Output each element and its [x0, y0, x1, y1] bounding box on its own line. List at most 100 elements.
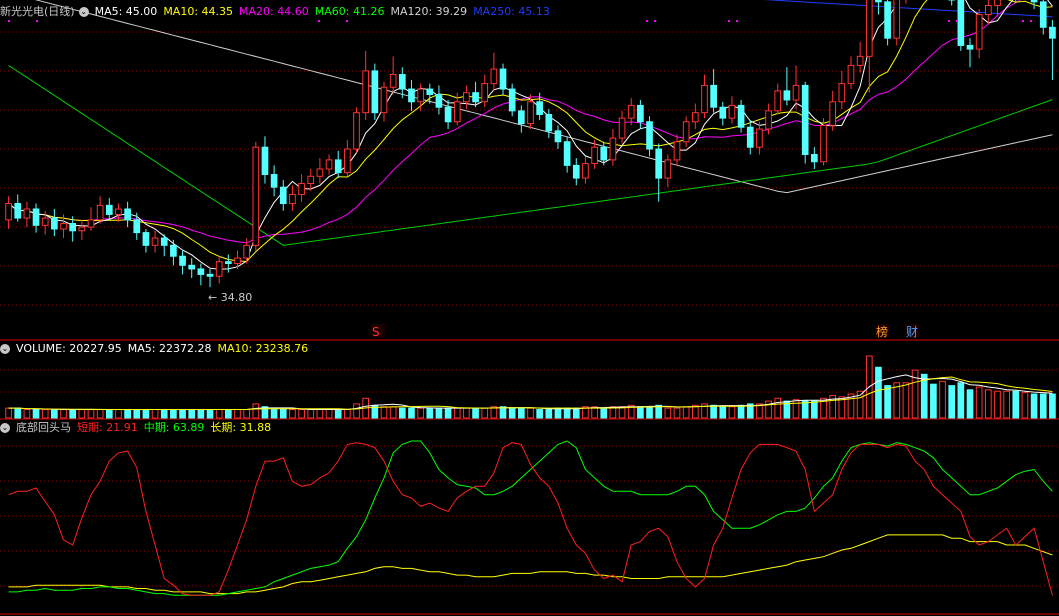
- volume-bar: [69, 409, 77, 419]
- event-marker: 榜: [876, 324, 888, 339]
- volume-bar: [884, 385, 891, 419]
- candle-body: [884, 1, 891, 39]
- volume-bar: [975, 386, 983, 419]
- volume-bar: [197, 409, 205, 419]
- volume-bar: [682, 406, 690, 419]
- ma-label: MA10: 44.35: [163, 5, 234, 18]
- volume-bar: [353, 403, 360, 419]
- candle-body: [691, 112, 699, 123]
- volume-bar: [23, 409, 31, 419]
- candle-body: [142, 232, 150, 246]
- volume-bar: [875, 366, 882, 419]
- volume-bar: [637, 406, 644, 419]
- candle-body: [746, 126, 754, 148]
- volume-bar: [243, 409, 250, 419]
- candle-body: [1049, 26, 1056, 39]
- volume-bar: [325, 409, 333, 419]
- volume-bar: [160, 409, 168, 419]
- volume-bar: [426, 407, 434, 419]
- low-price-label: ← 34.80: [208, 291, 252, 304]
- volume-bar: [792, 399, 800, 419]
- long-term-line: [8, 534, 1053, 595]
- candle-body: [975, 14, 983, 50]
- candle-body: [316, 168, 324, 177]
- marker-dot: [346, 20, 348, 22]
- candle-body: [435, 94, 443, 108]
- indicator-panel-header: ⌄ 底部回头马 短期: 21.91 中期: 63.89 长期: 31.88: [0, 421, 283, 435]
- candle-body: [1039, 1, 1047, 28]
- candle-body: [728, 104, 736, 119]
- indicator-label: 中期: 63.89: [143, 421, 205, 434]
- volume-bar: [78, 409, 86, 419]
- volume-bar: [472, 407, 479, 419]
- candle-body: [966, 44, 974, 50]
- marker-dot: [956, 20, 958, 22]
- candle-body: [875, 0, 882, 3]
- candle-body: [865, 0, 873, 57]
- candle-body: [151, 237, 159, 246]
- volume-bar: [481, 407, 489, 419]
- candle-body: [829, 101, 837, 126]
- candle-body: [41, 217, 49, 226]
- price-panel-header: 新光光电(日线) ⌄ MA5: 45.00 MA10: 44.35 MA20: 44.6…: [0, 5, 562, 19]
- ma-label: MA120: 39.29: [390, 5, 468, 18]
- ma5-line: [8, 0, 1053, 270]
- volume-bar: [105, 409, 113, 419]
- candle-body: [856, 55, 864, 66]
- volume-bar: [179, 409, 186, 419]
- candle-body: [261, 146, 269, 175]
- candle-body: [673, 141, 681, 161]
- candle-body: [5, 203, 12, 221]
- stock-chart-window: { "price_panel": { "stock_title": "新光光电(…: [0, 0, 1059, 616]
- chevron-down-icon[interactable]: ⌄: [0, 423, 10, 433]
- candle-body: [417, 88, 424, 103]
- volume-bar: [710, 404, 717, 419]
- candle-body: [527, 101, 534, 125]
- volume-bar: [444, 407, 452, 419]
- volume-bar: [14, 407, 22, 419]
- marker-dot: [1022, 20, 1024, 22]
- volume-label: MA10: 23238.76: [217, 342, 309, 355]
- ma60-line: [8, 64, 1053, 246]
- volume-bar: [51, 409, 58, 419]
- volume-bar: [344, 409, 351, 419]
- candle-body: [518, 110, 525, 125]
- candle-body: [453, 101, 461, 123]
- volume-bar: [234, 409, 241, 419]
- candle-body: [353, 112, 360, 150]
- candle-body: [984, 4, 992, 16]
- volume-bar: [966, 389, 974, 419]
- volume-bar: [298, 409, 305, 419]
- volume-bar: [1049, 393, 1056, 419]
- candle-body: [307, 175, 315, 185]
- volume-bar: [1003, 390, 1010, 419]
- candle-body: [115, 208, 122, 215]
- candle-body: [334, 159, 342, 174]
- candle-body: [682, 121, 690, 143]
- candle-body: [737, 104, 745, 128]
- candle-body: [783, 90, 791, 101]
- chevron-down-icon[interactable]: ⌄: [78, 7, 89, 17]
- volume-bar: [453, 407, 461, 419]
- marker-dot: [736, 20, 738, 22]
- volume-label: VOLUME: 20227.95: [16, 342, 122, 355]
- candle-body: [389, 74, 397, 88]
- candle-body: [32, 208, 40, 226]
- volume-bar: [893, 382, 901, 419]
- volume-label: MA5: 22372.28: [127, 342, 212, 355]
- candle-body: [792, 84, 800, 101]
- candle-body: [801, 84, 809, 155]
- candle-body: [811, 153, 818, 163]
- candle-body: [563, 141, 571, 166]
- volume-bar: [380, 406, 388, 419]
- candle-body: [289, 193, 296, 205]
- candle-body: [893, 0, 901, 39]
- candle-body: [170, 244, 177, 257]
- volume-bar: [398, 407, 406, 419]
- volume-bar: [646, 406, 653, 419]
- volume-bar: [545, 409, 553, 419]
- marker-dot: [8, 20, 10, 22]
- candle-body: [243, 244, 250, 259]
- chevron-down-icon[interactable]: ⌄: [0, 344, 10, 354]
- candle-body: [994, 0, 1001, 6]
